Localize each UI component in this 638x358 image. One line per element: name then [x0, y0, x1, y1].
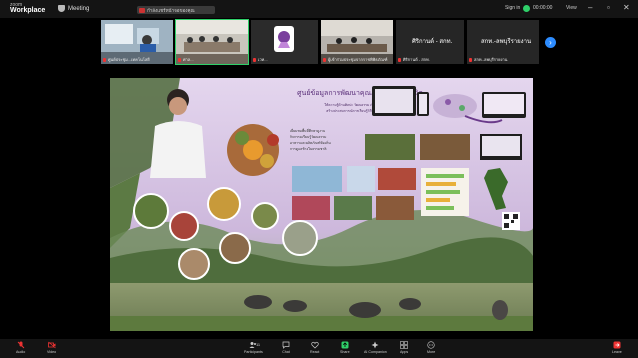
mic-muted-icon	[469, 57, 472, 62]
logo-bottom-text: Workplace	[10, 7, 46, 14]
name-only-tile[interactable]: ศิริกานต์ - สกท. ศิริกานต์ - สกท.	[396, 20, 464, 64]
react-button[interactable]: React	[310, 341, 319, 354]
video-tile[interactable]: ผู้เข้าร่วมประชุมจากราชพิพิธภัณฑ์	[321, 20, 393, 64]
share-button[interactable]: Share	[340, 341, 350, 354]
participant-name: ศิริกานต์ - สกท.	[398, 56, 430, 63]
name-only-tile-label: สกท.-ลพบุรีรายงาน	[481, 39, 532, 45]
mic-muted-icon	[103, 57, 106, 62]
close-icon[interactable]: ✕	[623, 3, 630, 12]
slide-bullet: การดูแลช้างในธรรมชาติ	[290, 147, 326, 151]
shared-screen: ศูนย์ข้อมูลการพัฒนาคุณภาพบริบทวิถีชีวิต …	[110, 78, 533, 331]
zoom-logo: zoom Workplace	[10, 2, 45, 14]
participant-name: สกท.-ลพบุรีรายงาน	[469, 56, 507, 63]
participant-name: ผู้เข้าร่วมประชุมจากราชพิพิธภัณฑ์	[323, 56, 387, 63]
video-tile-active-speaker[interactable]: ศาล...	[175, 19, 249, 65]
sign-in-link[interactable]: Sign in	[505, 5, 520, 11]
slide-bullet: เยี่ยมชมพื้นที่ศึกษาดูงาน	[290, 128, 326, 133]
participant-name: เวท...	[253, 56, 268, 63]
view-button[interactable]: View	[566, 5, 577, 11]
leave-icon	[613, 341, 621, 349]
video-tile[interactable]: ศูนย์ประชุม...เทคโนโลยี	[101, 20, 173, 64]
share-screen-icon	[341, 341, 349, 349]
minimize-icon[interactable]: –	[588, 3, 592, 12]
participant-name: ศูนย์ประชุม...เทคโนโลยี	[103, 56, 150, 63]
mic-muted-icon	[178, 57, 181, 62]
mic-muted-icon	[253, 57, 256, 62]
screen-share-pill-text: กำลังแชร์หน้าจอของคุณ	[147, 7, 195, 13]
apps-button[interactable]: Apps	[400, 341, 408, 354]
video-off-icon	[47, 341, 56, 349]
participants-count-badge: 11	[256, 342, 261, 347]
screen-share-icon	[139, 7, 145, 13]
slide-bullet: กิจกรรมเรียนรู้วัฒนธรรม	[290, 134, 326, 139]
audio-button[interactable]: Audio	[16, 341, 25, 354]
more-button[interactable]: More	[427, 341, 435, 354]
mic-muted-icon	[398, 57, 401, 62]
chat-button[interactable]: Chat	[282, 341, 290, 354]
title-bar: zoom Workplace Meeting กำลังแชร์หน้าจอขอ…	[0, 0, 638, 18]
mic-muted-icon	[17, 341, 24, 349]
maximize-icon[interactable]: ▫	[607, 3, 610, 12]
chevron-right-icon: ›	[549, 38, 552, 47]
heart-icon	[311, 341, 319, 349]
shield-icon	[58, 5, 65, 12]
screen-share-pill[interactable]: กำลังแชร์หน้าจอของคุณ	[137, 6, 215, 14]
sparkle-icon	[371, 341, 379, 349]
meeting-label: Meeting	[68, 5, 90, 12]
more-icon	[427, 341, 435, 349]
apps-icon	[400, 341, 408, 349]
participant-name: ศาล...	[178, 56, 194, 63]
leave-button[interactable]: Leave	[612, 341, 622, 354]
ai-companion-button[interactable]: AI Companion	[364, 341, 387, 354]
mic-muted-icon	[323, 57, 326, 62]
name-only-tile-label: ศิริกานต์ - สกท.	[412, 39, 453, 45]
video-tile[interactable]: เวท...	[251, 20, 318, 64]
slide-bullet: อาหารและผลิตภัณฑ์ท้องถิ่น	[290, 140, 331, 145]
slide-artwork: ศูนย์ข้อมูลการพัฒนาคุณภาพบริบทวิถีชีวิต …	[110, 78, 533, 331]
next-page-button[interactable]: ›	[545, 37, 556, 48]
meeting-info-button[interactable]: Meeting	[58, 5, 89, 12]
name-only-tile[interactable]: สกท.-ลพบุรีรายงาน สกท.-ลพบุรีรายงาน	[467, 20, 539, 64]
meeting-timer: 00:00:00	[533, 5, 553, 11]
video-button[interactable]: Video	[47, 341, 56, 354]
chat-icon	[282, 341, 290, 349]
security-shield-icon[interactable]	[523, 5, 530, 12]
participant-strip	[0, 18, 638, 64]
